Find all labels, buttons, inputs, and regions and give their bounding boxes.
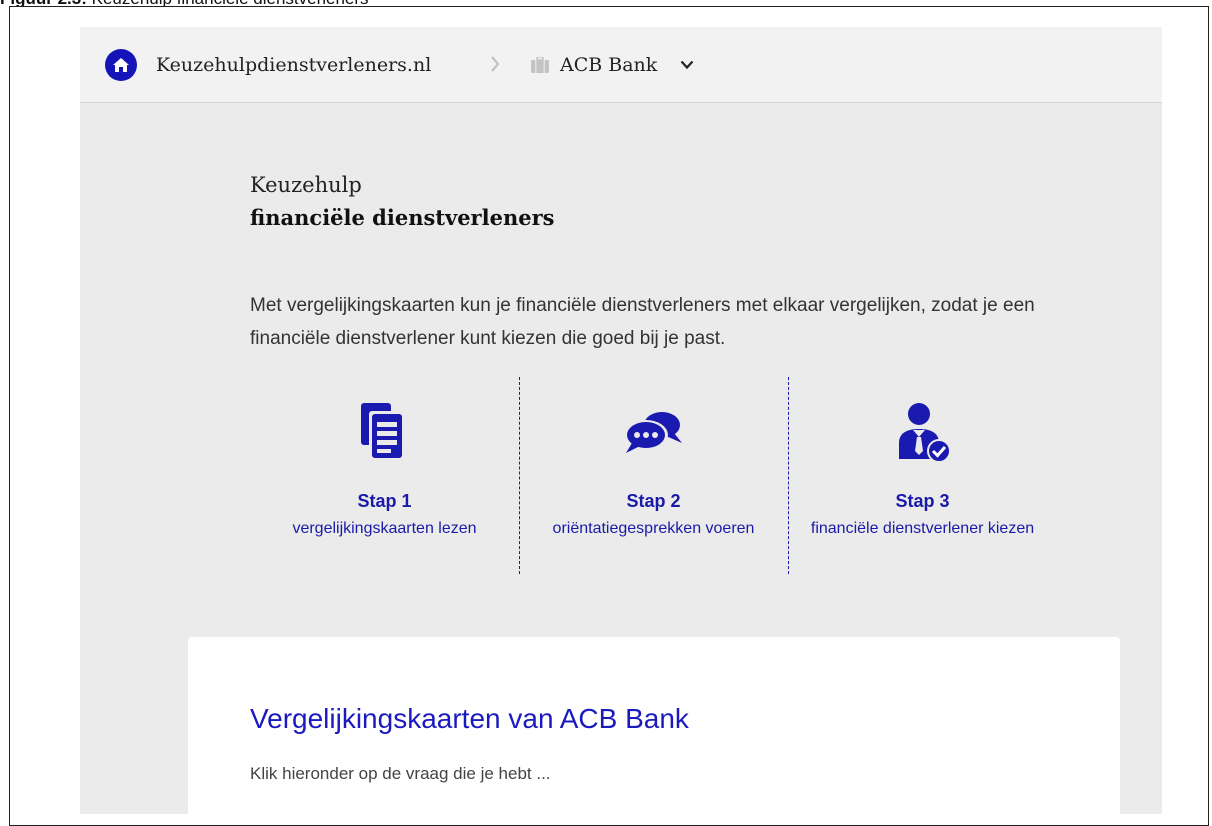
app-panel: Keuzehulpdienstverleners.nl ACB Bank Keu…: [80, 27, 1162, 814]
step-3-title: Stap 3: [895, 491, 950, 511]
chevron-right-icon: [491, 56, 500, 72]
step-1-title: Stap 1: [357, 491, 412, 511]
intro-text: Met vergelijkingskaarten kun je financië…: [250, 295, 1035, 349]
page-title-line1: Keuzehulp: [250, 173, 362, 197]
chevron-down-icon[interactable]: [680, 60, 694, 70]
step-2: Stap 2 oriëntatiegesprekken voeren: [519, 377, 788, 577]
step-2-description: oriëntatiegesprekken voeren: [552, 520, 755, 537]
home-icon[interactable]: [105, 49, 137, 81]
page-title-line2: financiële dienstverleners: [250, 205, 555, 230]
figure-frame: Keuzehulpdienstverleners.nl ACB Bank Keu…: [9, 6, 1209, 826]
step-1-description: vergelijkingskaarten lezen: [292, 520, 477, 537]
briefcase-icon: [531, 57, 549, 73]
step-1: Stap 1 vergelijkingskaarten lezen: [250, 377, 519, 577]
step-3-description: financiële dienstverlener kiezen: [810, 520, 1035, 537]
steps-row: Stap 1 vergelijkingskaarten lezen Stap 2…: [250, 377, 1058, 577]
advisor-check-icon: [898, 403, 951, 463]
section-title: Vergelijkingskaarten van ACB Bank: [250, 703, 689, 734]
documents-icon: [360, 403, 403, 458]
step-2-title: Stap 2: [626, 491, 681, 511]
breadcrumb-bar: Keuzehulpdienstverleners.nl ACB Bank: [80, 27, 1162, 103]
section-subtitle: Klik hieronder op de vraag die je hebt .…: [250, 764, 551, 783]
breadcrumb-current[interactable]: ACB Bank: [560, 51, 657, 79]
comparison-cards-section: Vergelijkingskaarten van ACB Bank Klik h…: [188, 637, 1120, 814]
breadcrumb-site-link[interactable]: Keuzehulpdienstverleners.nl: [156, 51, 431, 79]
chat-bubbles-icon: [623, 412, 682, 453]
step-3: Stap 3 financiële dienstverlener kiezen: [788, 377, 1057, 577]
